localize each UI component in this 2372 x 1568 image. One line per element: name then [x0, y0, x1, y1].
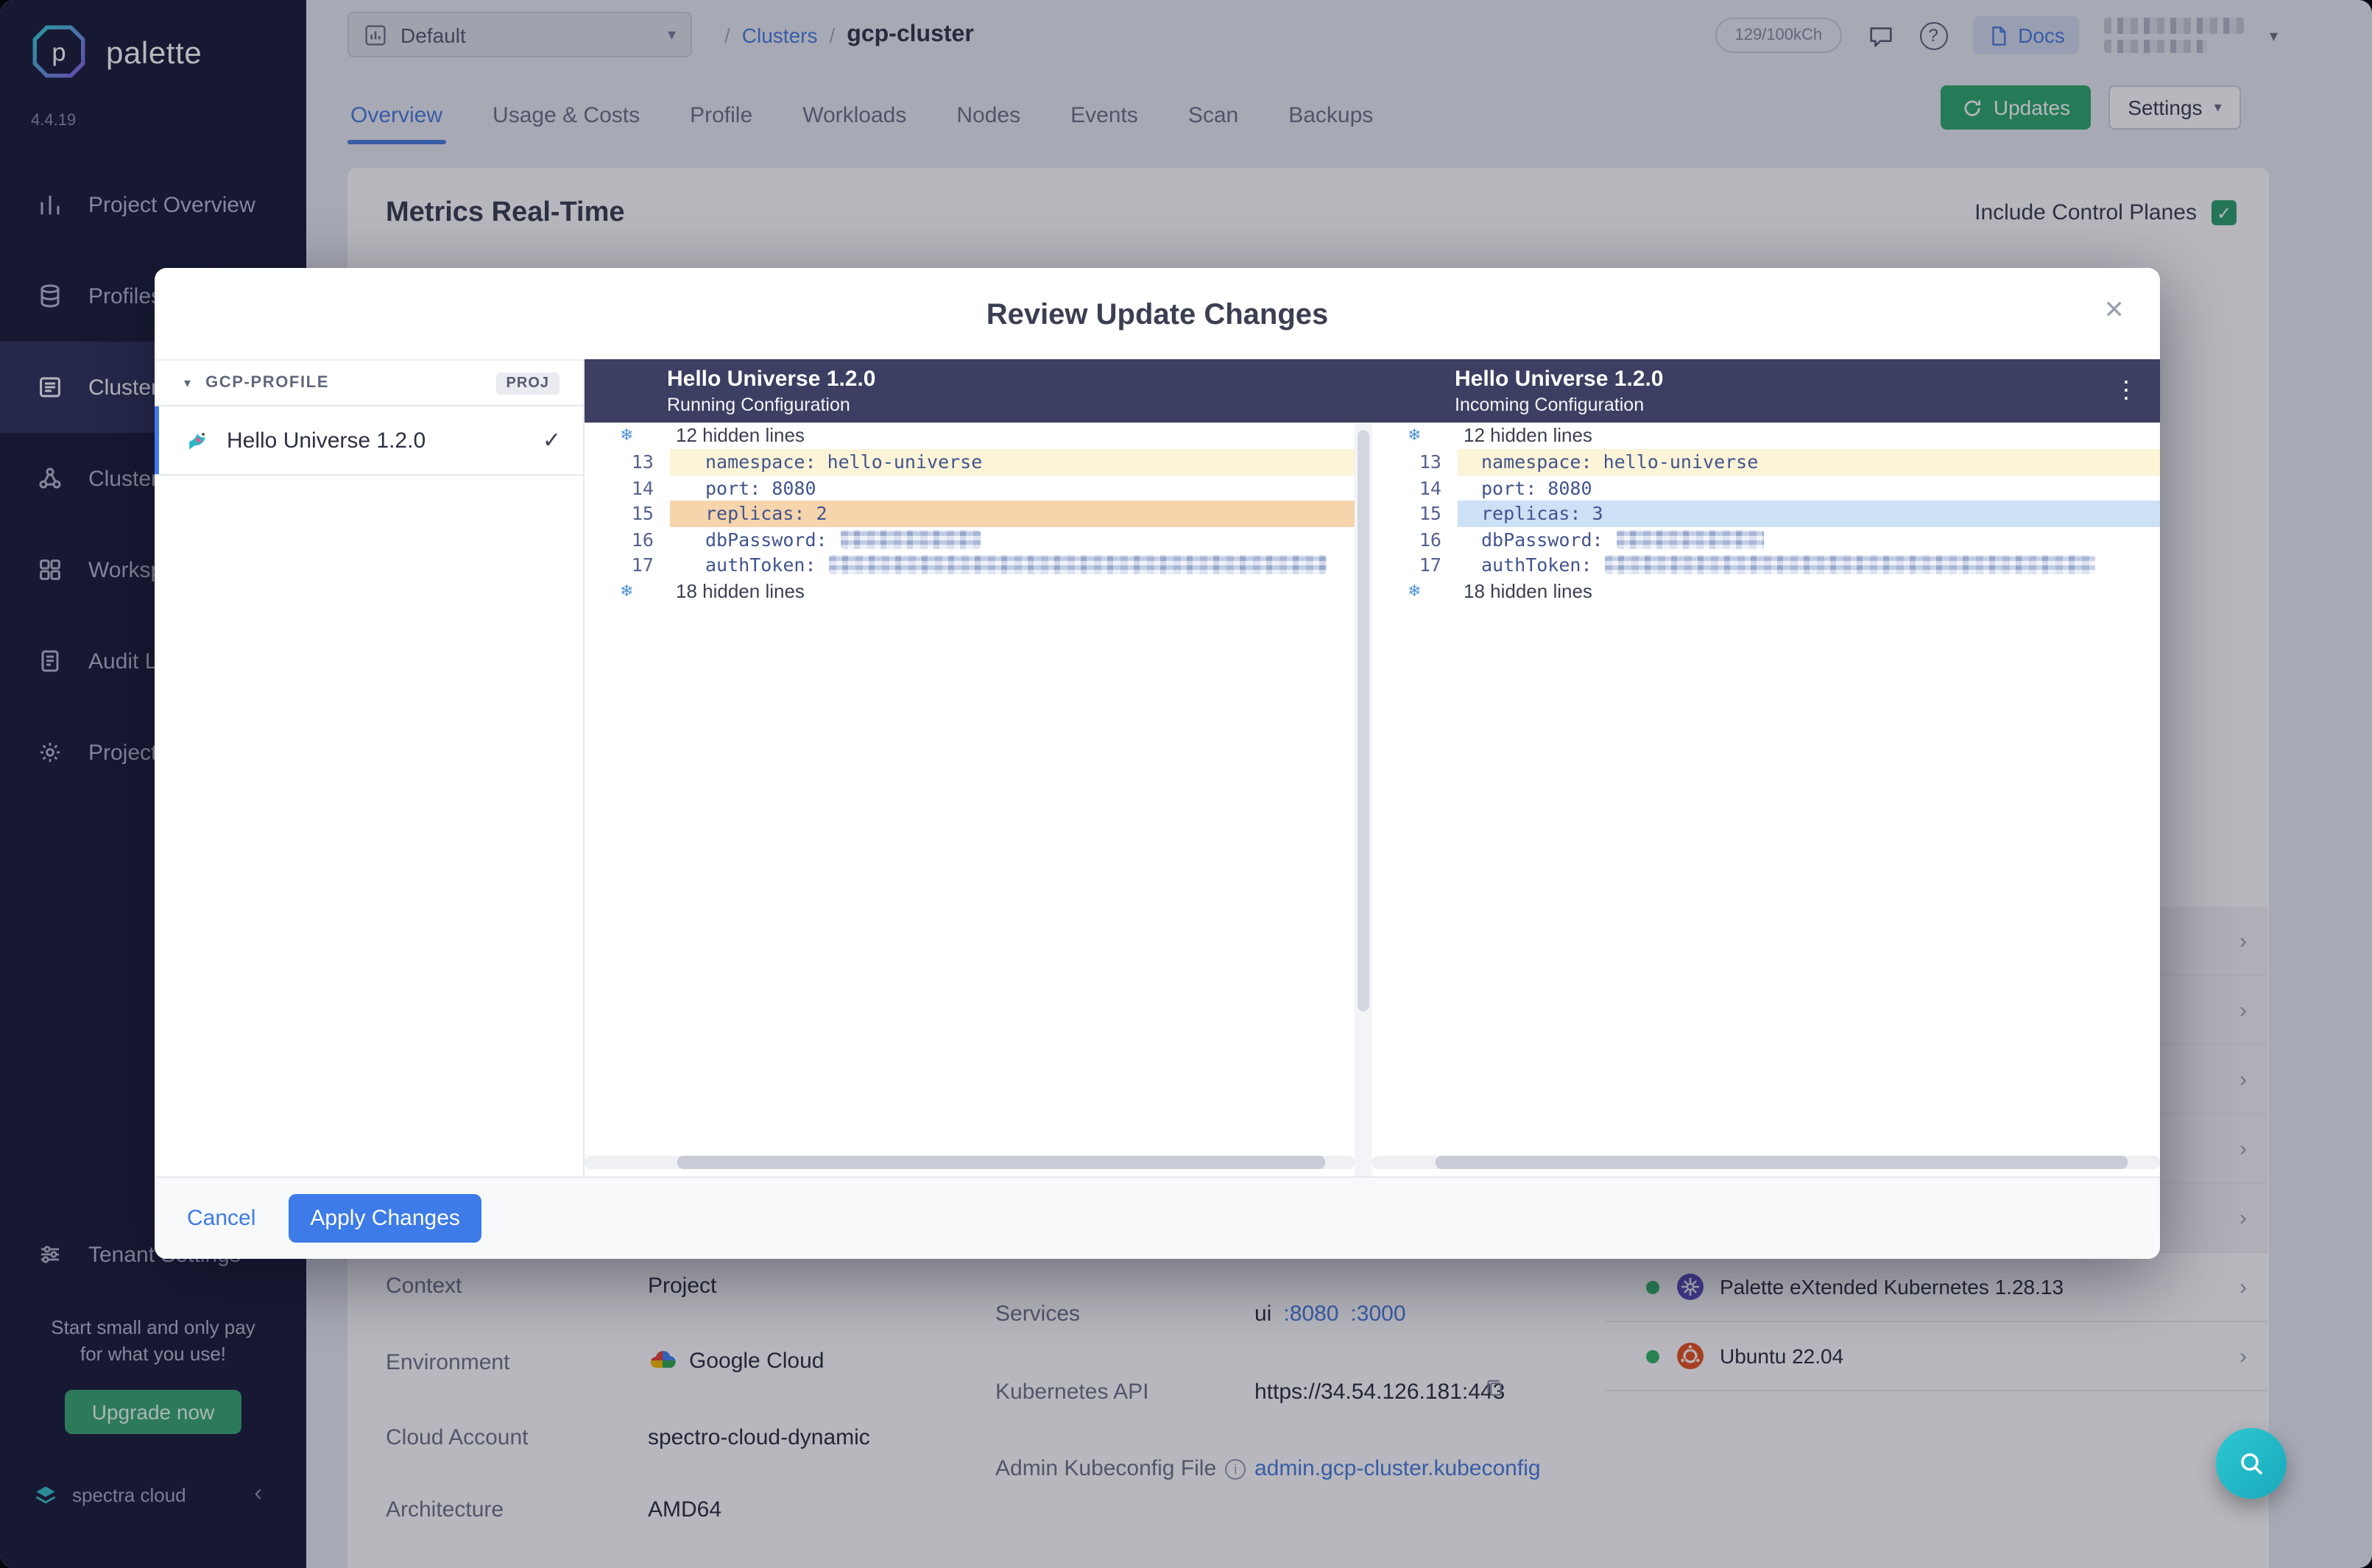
expand-lines-icon[interactable]: ❄ [1408, 425, 1421, 445]
code-line: 16 dbPassword: [585, 526, 1355, 552]
code-text: replicas: 2 [670, 501, 1355, 526]
code-text: namespace: hello-universe [670, 449, 1355, 475]
code-line: 13 namespace: hello-universe [1372, 449, 2160, 475]
line-number: 17 [1419, 554, 1441, 576]
scrollbar-thumb[interactable] [1436, 1156, 2128, 1169]
redacted-value [1605, 555, 2096, 574]
hidden-lines-row: ❄ 12 hidden lines [1372, 423, 2160, 449]
redacted-value [1616, 529, 1764, 548]
hidden-lines-row: ❄ 12 hidden lines [585, 423, 1355, 449]
apply-changes-button[interactable]: Apply Changes [288, 1194, 482, 1243]
code-line: 13 namespace: hello-universe [585, 449, 1355, 475]
hidden-lines-label: 12 hidden lines [676, 424, 805, 446]
line-number: 15 [631, 502, 654, 524]
diff-right-title: Hello Universe 1.2.0 [1455, 367, 1664, 392]
diff-header: Hello Universe 1.2.0 Running Configurati… [585, 359, 2160, 423]
line-number: 14 [631, 476, 654, 498]
hidden-lines-row: ❄ 18 hidden lines [585, 578, 1355, 604]
code-key: dbPassword: [705, 528, 827, 550]
vertical-scrollbar [1355, 423, 1372, 1176]
diff-viewer: Hello Universe 1.2.0 Running Configurati… [585, 359, 2160, 1176]
code-line: 17 authToken: [1372, 552, 2160, 578]
diff-body: ❄ 12 hidden lines 13 namespace: hello-uni… [585, 423, 2160, 1176]
chevron-down-icon[interactable]: ▾ [184, 375, 191, 391]
code-line: 17 authToken: [585, 552, 1355, 578]
code-line-changed: 15 replicas: 3 [1372, 501, 2160, 526]
review-update-changes-modal: Review Update Changes ✕ ▾ GCP-PROFILE PR… [155, 268, 2160, 1259]
search-fab-button[interactable] [2216, 1428, 2287, 1499]
profile-group-header: ▾ GCP-PROFILE PROJ [155, 361, 583, 406]
hidden-lines-row: ❄ 18 hidden lines [1372, 578, 2160, 604]
line-number: 16 [631, 528, 654, 550]
redacted-value [829, 555, 1327, 574]
diff-pane-running: ❄ 12 hidden lines 13 namespace: hello-uni… [585, 423, 1355, 1176]
line-number: 13 [1419, 451, 1441, 473]
expand-lines-icon[interactable]: ❄ [620, 581, 633, 600]
cancel-button[interactable]: Cancel [187, 1206, 255, 1231]
scrollbar-thumb[interactable] [1358, 430, 1369, 1011]
code-text: authToken: [1458, 552, 2160, 578]
magnifier-icon [2241, 1453, 2262, 1475]
hidden-lines-label: 18 hidden lines [1464, 579, 1592, 601]
diff-right-subtitle: Incoming Configuration [1455, 395, 1645, 415]
code-key: authToken: [1481, 554, 1592, 576]
line-number: 17 [631, 554, 654, 576]
line-number: 16 [1419, 528, 1441, 550]
line-number: 13 [631, 451, 654, 473]
hidden-lines-label: 12 hidden lines [1464, 424, 1592, 446]
horizontal-scrollbar [585, 1156, 1355, 1169]
close-icon[interactable]: ✕ [2104, 296, 2125, 325]
code-line: 14 port: 8080 [585, 475, 1355, 501]
scrollbar-thumb[interactable] [677, 1156, 1325, 1169]
profile-item-label: Hello Universe 1.2.0 [227, 428, 426, 453]
kebab-menu-icon[interactable]: ⋮ [2114, 375, 2138, 405]
hummingbird-icon [189, 433, 205, 450]
code-text: authToken: [670, 552, 1355, 578]
screen: p palette 4.4.19 Project Overview Profil… [0, 0, 2372, 1568]
code-key: dbPassword: [1481, 528, 1603, 550]
modal-title: Review Update Changes [986, 299, 1329, 331]
code-text: dbPassword: [670, 526, 1355, 552]
code-line: 16 dbPassword: [1372, 526, 2160, 552]
horizontal-scrollbar [1372, 1156, 2160, 1169]
modal-footer: Cancel Apply Changes [155, 1176, 2160, 1259]
redacted-value [840, 529, 981, 548]
line-number: 15 [1419, 502, 1441, 524]
code-line: 14 port: 8080 [1372, 475, 2160, 501]
diff-header-running: Hello Universe 1.2.0 Running Configurati… [667, 367, 876, 417]
expand-lines-icon[interactable]: ❄ [620, 425, 633, 445]
code-text: port: 8080 [705, 476, 816, 498]
profile-scope-badge: PROJ [495, 372, 560, 394]
diff-left-subtitle: Running Configuration [667, 395, 850, 415]
code-text: dbPassword: [1458, 526, 2160, 552]
code-text: replicas: 3 [1458, 501, 2160, 526]
diff-header-incoming: Hello Universe 1.2.0 Incoming Configurat… [1455, 367, 1664, 417]
diff-left-title: Hello Universe 1.2.0 [667, 367, 876, 392]
profile-panel: ▾ GCP-PROFILE PROJ Hello Universe 1.2.0 … [155, 359, 585, 1176]
app-window: p palette 4.4.19 Project Overview Profil… [0, 0, 2372, 1568]
profile-group-name: GCP-PROFILE [205, 374, 329, 392]
code-key: authToken: [705, 554, 816, 576]
check-icon: ✓ [542, 428, 561, 453]
code-text: port: 8080 [1481, 476, 1592, 498]
diff-pane-incoming: ❄ 12 hidden lines 13 namespace: hello-uni… [1372, 423, 2160, 1176]
profile-item-hello-universe[interactable]: Hello Universe 1.2.0 ✓ [155, 406, 583, 476]
code-text: namespace: hello-universe [1458, 449, 2160, 475]
line-number: 14 [1419, 476, 1441, 498]
expand-lines-icon[interactable]: ❄ [1408, 581, 1421, 600]
hidden-lines-label: 18 hidden lines [676, 579, 805, 601]
code-line-changed: 15 replicas: 2 [585, 501, 1355, 526]
